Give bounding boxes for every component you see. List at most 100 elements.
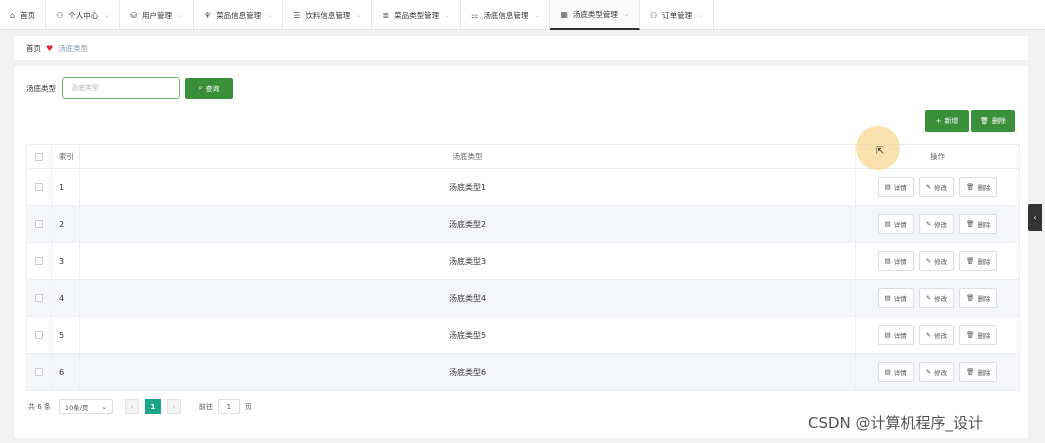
table-row: 4 汤底类型4 ▤ 详情 ✎ 修改 🗑 删除 [26,280,1020,317]
edit-button[interactable]: ✎ 修改 [918,325,955,345]
nav-icon: ≣ [382,10,390,20]
row-checkbox[interactable] [35,331,43,339]
nav-label: 用户管理 [141,10,172,20]
nav-item-7[interactable]: ▦ 汤底类型管理 ⌄ [550,0,640,30]
chevron-down-icon: ⌄ [267,11,273,19]
row-select-cell [26,317,52,353]
row-select-cell [26,206,52,242]
row-checkbox[interactable] [35,183,43,191]
nav-item-1[interactable]: ⚇ 个人中心 ⌄ [46,0,121,30]
delete-button[interactable]: 🗑 删除 [959,177,998,197]
delete-label: 删除 [977,332,991,340]
delete-button[interactable]: 🗑 删除 [959,214,998,234]
nav-item-8[interactable]: ⚇ 订单管理 ⌄ [640,0,715,30]
delete-label: 删除 [977,295,991,303]
heart-icon: ♥ [46,43,54,53]
edit-button[interactable]: ✎ 修改 [918,288,955,308]
detail-button[interactable]: ▤ 详情 [877,288,914,308]
chevron-down-icon: ⌄ [104,11,110,19]
side-collapse-tab[interactable]: ‹ [1028,204,1042,231]
edit-button[interactable]: ✎ 修改 [918,362,955,382]
nav-item-0[interactable]: ⌂ 首页 [0,0,47,30]
add-button[interactable]: + 新增 [925,110,969,132]
edit-label: 修改 [934,258,948,266]
row-name: 汤底类型2 [80,206,856,242]
detail-button[interactable]: ▤ 详情 [877,251,914,271]
trash-icon: 🗑 [966,368,975,376]
nav-icon: ⌂ [10,10,16,20]
nav-item-3[interactable]: ♆ 菜品信息管理 ⌄ [194,0,284,30]
row-checkbox[interactable] [35,294,43,302]
row-checkbox[interactable] [35,257,43,265]
nav-item-4[interactable]: ☰ 饮料信息管理 ⌄ [283,0,373,30]
detail-button[interactable]: ▤ 详情 [877,325,914,345]
row-actions: ▤ 详情 ✎ 修改 🗑 删除 [856,317,1020,353]
row-name: 汤底类型6 [80,354,856,390]
row-index: 3 [52,243,80,279]
next-page-button[interactable]: › [166,399,181,414]
page-size-select[interactable]: 10条/页 ⌄ [58,399,113,414]
table-row: 3 汤底类型3 ▤ 详情 ✎ 修改 🗑 删除 [26,243,1020,280]
goto-label: 前往 [198,402,213,411]
row-select-cell [26,280,52,316]
pagination: 共 6 条 10条/页 ⌄ ‹ 1 › 前往 1 页 [28,399,252,414]
chevron-down-icon: ⌄ [534,11,540,19]
batch-delete-button[interactable]: 🗑 删除 [971,110,1015,132]
search-button[interactable]: ⌕ 查询 [185,78,233,99]
nav-icon: ▦ [560,9,568,19]
select-all-checkbox[interactable] [35,152,43,161]
detail-button[interactable]: ▤ 详情 [877,177,914,197]
row-index: 4 [52,280,80,316]
delete-button[interactable]: 🗑 删除 [959,288,998,308]
row-checkbox[interactable] [35,220,43,228]
nav-label: 饮料信息管理 [305,10,351,20]
edit-label: 修改 [934,221,948,229]
plus-icon: + [935,117,942,125]
row-actions: ▤ 详情 ✎ 修改 🗑 删除 [856,169,1020,205]
pagination-total: 共 6 条 [28,402,51,411]
detail-icon: ▤ [884,257,891,265]
chevron-down-icon: ⌄ [445,11,451,19]
breadcrumb-home[interactable]: 首页 [26,43,41,54]
chevron-down-icon: ⌄ [698,11,704,19]
delete-button[interactable]: 🗑 删除 [959,362,998,382]
edit-icon: ✎ [925,368,932,376]
detail-icon: ▤ [884,183,891,191]
edit-button[interactable]: ✎ 修改 [918,214,955,234]
nav-item-6[interactable]: ⚏ 汤底信息管理 ⌄ [461,0,551,30]
detail-label: 详情 [893,184,907,192]
row-checkbox[interactable] [35,368,43,376]
goto-page-input[interactable]: 1 [217,399,240,414]
edit-label: 修改 [934,332,948,340]
detail-button[interactable]: ▤ 详情 [877,362,914,382]
chevron-down-icon: ⌄ [356,11,362,19]
trash-icon: 🗑 [966,183,975,191]
page-number-1[interactable]: 1 [144,399,161,414]
delete-button[interactable]: 🗑 删除 [959,251,998,271]
chevron-down-icon: ⌄ [177,11,184,19]
delete-button[interactable]: 🗑 删除 [959,325,998,345]
detail-button[interactable]: ▤ 详情 [877,214,914,234]
delete-label: 删除 [977,258,991,266]
nav-label: 订单管理 [662,10,693,20]
search-input[interactable] [62,77,180,99]
batch-delete-label: 删除 [991,117,1006,125]
nav-item-5[interactable]: ≣ 菜品类型管理 ⌄ [372,0,462,30]
detail-icon: ▤ [884,294,891,302]
row-name: 汤底类型5 [80,317,856,353]
edit-label: 修改 [934,369,948,377]
edit-button[interactable]: ✎ 修改 [918,177,955,197]
row-actions: ▤ 详情 ✎ 修改 🗑 删除 [856,243,1020,279]
nav-icon: ⚏ [471,10,479,20]
prev-page-button[interactable]: ‹ [124,399,139,414]
nav-icon: ☰ [293,10,301,20]
edit-button[interactable]: ✎ 修改 [918,251,955,271]
search-icon: ⌕ [198,84,203,92]
row-name: 汤底类型4 [80,280,856,316]
table-body: 1 汤底类型1 ▤ 详情 ✎ 修改 🗑 删除 2 汤底类型2 ▤ 详情 ✎ 修改 🗑 删除 3 汤底类型3 ▤ 详情 ✎… [26,169,1020,391]
edit-icon: ✎ [925,331,932,339]
chevron-down-icon: ⌄ [623,10,629,18]
nav-item-2[interactable]: ⛁ 用户管理 ⌄ [120,0,195,30]
breadcrumb: 首页 ♥ 汤底类型 [14,36,1028,60]
edit-label: 修改 [934,295,948,303]
